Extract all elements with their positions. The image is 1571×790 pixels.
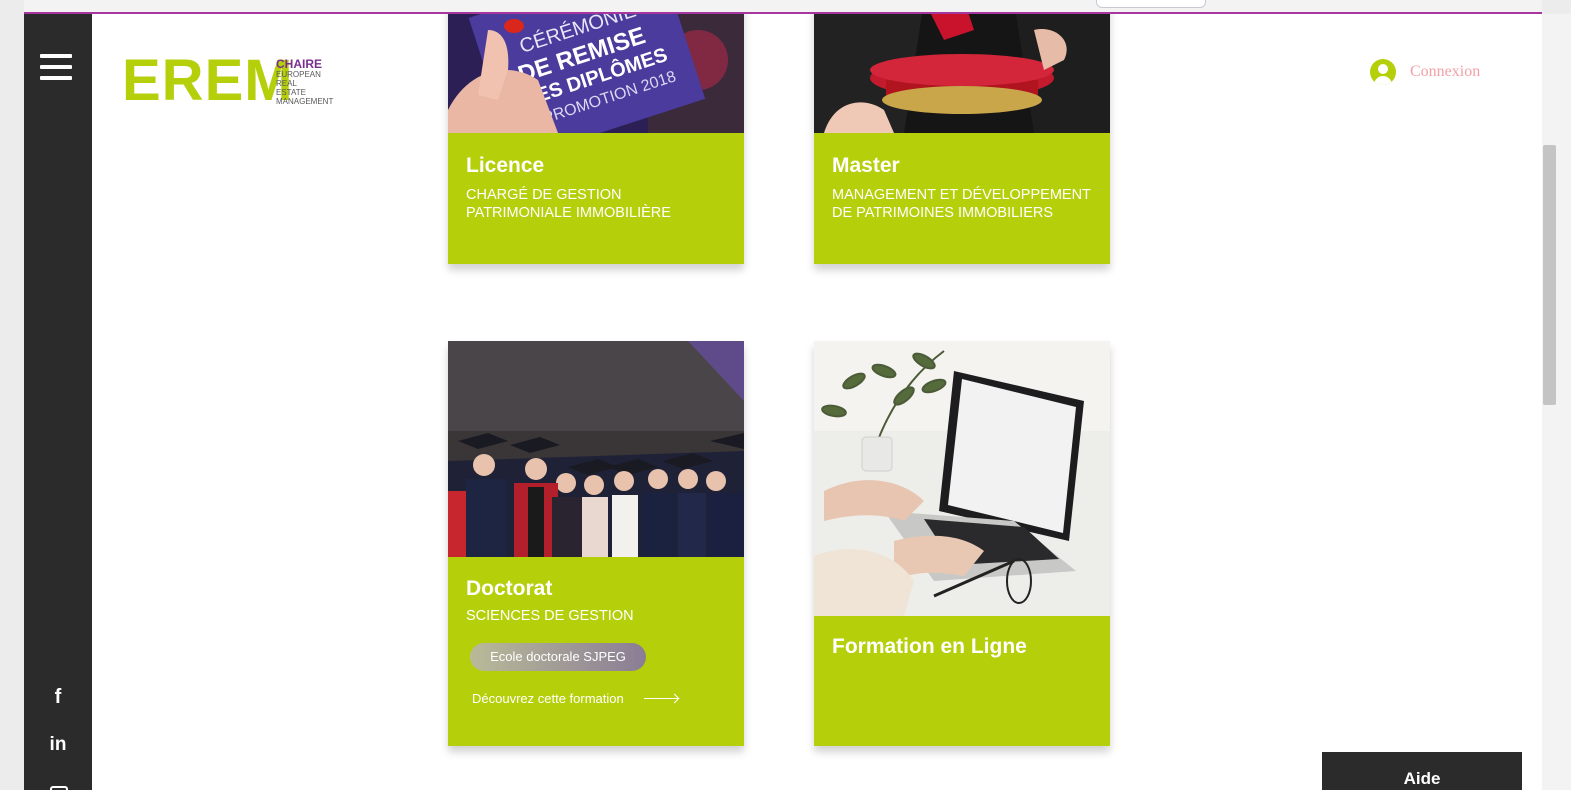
facebook-icon[interactable]: f [24,686,92,709]
logo-main-text: EREM [122,48,294,113]
logo-line: REAL [276,79,297,88]
logo-line: MANAGEMENT [276,97,334,106]
card-title: Doctorat [466,577,553,600]
card-title: Master [832,154,900,177]
card-title: Formation en Ligne [832,635,1027,658]
help-button[interactable]: Aide [1322,752,1522,790]
hamburger-menu-icon[interactable] [40,54,72,84]
card-photo-graduates [448,341,744,557]
card-subtitle: CHARGÉ DE GESTION PATRIMONIALE IMMOBILIÈ… [466,187,671,221]
card-photo-cap [814,14,1110,133]
discover-formation-link[interactable]: Découvrez cette formation [472,691,678,706]
card-licence[interactable]: CÉRÉMONIE DE REMISE DES DIPLÔMES PROMOTI… [448,14,744,264]
browser-top-bar [24,0,1542,12]
linkedin-icon[interactable]: in [24,734,92,756]
card-subtitle: MANAGEMENT ET DÉVELOPPEMENT DE PATRIMOIN… [832,187,1091,221]
user-avatar-icon [1370,59,1396,85]
logo-line: EUROPEAN [276,70,321,79]
top-pill [1096,0,1206,8]
erem-logo[interactable]: EREM CHAIRE EUROPEAN REAL ESTATE MANAGEM… [122,52,352,112]
ecole-doctorale-badge[interactable]: Ecole doctorale SJPEG [470,643,646,671]
card-doctorat[interactable]: Doctorat SCIENCES DE GESTION Ecole docto… [448,341,744,746]
discover-label: Découvrez cette formation [472,691,624,706]
logo-subtitle: CHAIRE EUROPEAN REAL ESTATE MANAGEMENT [276,58,333,106]
connexion-label: Connexion [1410,63,1481,80]
page: f in EREM CHAIRE EUROPEAN REAL ESTATE MA… [24,14,1542,790]
card-formation-en-ligne[interactable]: Formation en Ligne [814,341,1110,746]
logo-line: ESTATE [276,88,306,97]
card-photo-ceremony: CÉRÉMONIE DE REMISE DES DIPLÔMES PROMOTI… [448,14,744,133]
instagram-icon[interactable] [50,786,68,790]
card-title: Licence [466,154,545,177]
card-subtitle: SCIENCES DE GESTION [466,608,634,624]
arrow-right-icon [643,698,678,699]
scrollbar-thumb[interactable] [1543,145,1556,405]
connexion-button[interactable]: Connexion [1370,58,1480,86]
card-photo-laptop [814,341,1110,616]
left-gutter [0,0,24,790]
sidebar: f in [24,14,92,790]
card-master[interactable]: Master MANAGEMENT ET DÉVELOPPEMENT DE PA… [814,14,1110,264]
logo-chaire: CHAIRE [276,57,323,71]
